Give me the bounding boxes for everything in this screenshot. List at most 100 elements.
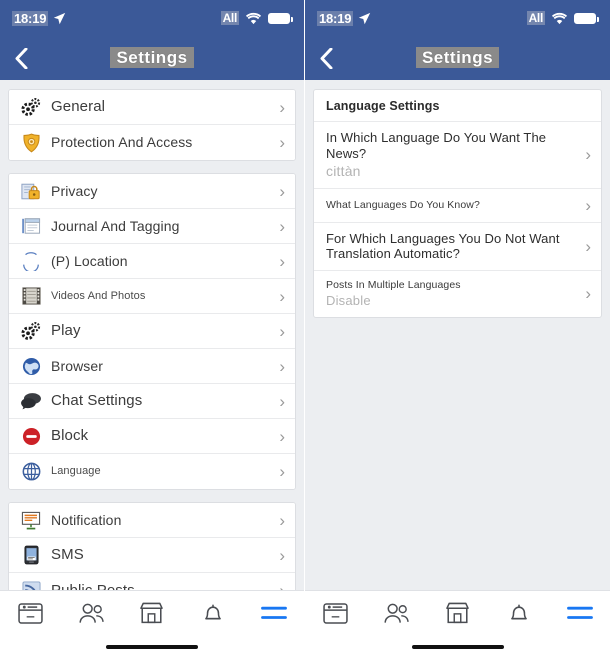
sidebar-item-label: Play xyxy=(51,322,81,340)
sidebar-item-sms[interactable]: SMS › xyxy=(9,538,295,573)
sidebar-item-play[interactable]: Play › xyxy=(9,314,295,349)
settings-list-left[interactable]: General › Protection And Access › Privac… xyxy=(0,80,304,590)
chevron-right-icon: › xyxy=(279,97,285,117)
page-title: Settings xyxy=(305,47,610,68)
chevron-right-icon: › xyxy=(279,510,285,530)
phone-sms-icon xyxy=(20,544,42,566)
home-indicator xyxy=(411,645,504,649)
sidebar-item-label: Language xyxy=(51,465,101,478)
sidebar-item-browser[interactable]: Browser › xyxy=(9,349,295,384)
tab-menu[interactable] xyxy=(243,591,304,635)
shield-badge-icon xyxy=(20,132,42,154)
chevron-right-icon: › xyxy=(279,391,285,411)
sidebar-item-label: Journal And Tagging xyxy=(51,217,180,234)
status-bar-right-group: All xyxy=(526,11,599,25)
wifi-icon xyxy=(245,12,262,25)
tab-bar-right xyxy=(305,590,610,657)
page-title: Settings xyxy=(0,47,304,68)
sidebar-item-label: Block xyxy=(51,427,89,445)
sidebar-item-videos-and-photos[interactable]: Videos And Photos › xyxy=(9,279,295,314)
nav-bar-right: Settings xyxy=(305,36,610,80)
sidebar-item-protection-and-access[interactable]: Protection And Access › xyxy=(9,125,295,160)
chevron-right-icon: › xyxy=(279,582,285,590)
tab-menu[interactable] xyxy=(549,591,610,635)
tab-news-feed[interactable] xyxy=(0,591,61,635)
chevron-right-icon: › xyxy=(279,426,285,446)
chevron-right-icon: › xyxy=(279,133,285,152)
list-item-title: What Languages Do You Know? xyxy=(326,198,480,211)
tab-friends[interactable] xyxy=(366,591,427,635)
list-item-text: For Which Languages You Do Not Want Tran… xyxy=(326,231,579,263)
tab-notifications[interactable] xyxy=(182,591,243,635)
sidebar-item-journal-and-tagging[interactable]: Journal And Tagging › xyxy=(9,209,295,244)
settings-group-1: General › Protection And Access › xyxy=(8,89,296,161)
sidebar-item-location[interactable]: (P) Location › xyxy=(9,244,295,279)
sidebar-item-label: General xyxy=(51,98,106,116)
list-item-multiple-languages-posts[interactable]: Posts In Multiple Languages Disable › xyxy=(314,271,601,316)
dual-phone-screenshot: 18:19 All Settings General › Protection … xyxy=(0,0,610,657)
list-item-known-languages[interactable]: What Languages Do You Know? › xyxy=(314,189,601,223)
sidebar-item-block[interactable]: Block › xyxy=(9,419,295,454)
chevron-right-icon: › xyxy=(279,181,285,201)
home-indicator xyxy=(106,645,198,649)
globe-blue-icon xyxy=(20,355,42,377)
left-phone-panel: 18:19 All Settings General › Protection … xyxy=(0,0,305,657)
sidebar-item-label: SMS xyxy=(51,546,84,564)
sidebar-item-public-posts[interactable]: Public Posts › xyxy=(9,573,295,590)
chevron-right-icon: › xyxy=(279,545,285,565)
tab-news-feed[interactable] xyxy=(305,591,366,635)
sidebar-item-privacy[interactable]: Privacy › xyxy=(9,174,295,209)
list-item-news-language[interactable]: In Which Language Do You Want The News? … xyxy=(314,122,601,189)
battery-icon xyxy=(268,12,293,24)
list-item-title: Posts In Multiple Languages xyxy=(326,279,461,292)
sidebar-item-label: (P) Location xyxy=(51,252,128,269)
chevron-right-icon: › xyxy=(585,236,591,256)
sidebar-item-chat-settings[interactable]: Chat Settings › xyxy=(9,384,295,419)
globe-grid-icon xyxy=(20,461,42,483)
sidebar-item-language[interactable]: Language › xyxy=(9,454,295,489)
list-item-text: Posts In Multiple Languages Disable xyxy=(326,279,579,308)
lock-document-icon xyxy=(20,180,42,202)
status-bar-left-group: 18:19 xyxy=(317,10,371,26)
tab-marketplace[interactable] xyxy=(427,591,488,635)
rss-icon xyxy=(20,580,42,590)
tab-marketplace[interactable] xyxy=(122,591,183,635)
list-item-no-translation-languages[interactable]: For Which Languages You Do Not Want Tran… xyxy=(314,223,601,272)
sidebar-item-notification[interactable]: Notification › xyxy=(9,503,295,538)
right-phone-panel: 18:19 All Settings Language Settings In … xyxy=(305,0,610,657)
wifi-icon xyxy=(551,12,568,25)
sidebar-item-label: Videos And Photos xyxy=(51,289,146,302)
location-arrow-icon xyxy=(358,12,371,25)
back-button[interactable] xyxy=(0,36,42,80)
gears-icon xyxy=(20,320,42,342)
sidebar-item-label: Notification xyxy=(51,511,122,528)
tab-notifications[interactable] xyxy=(488,591,549,635)
tab-friends[interactable] xyxy=(61,591,122,635)
settings-group-2: Privacy › Journal And Tagging › (P) Loca… xyxy=(8,173,296,490)
gears-icon xyxy=(20,96,42,118)
carrier-label: All xyxy=(220,11,239,25)
status-time: 18:19 xyxy=(317,10,354,26)
sidebar-item-label: Chat Settings xyxy=(51,392,143,410)
back-button[interactable] xyxy=(305,36,347,80)
status-bar-right: 18:19 All xyxy=(305,0,610,36)
battery-icon xyxy=(574,12,599,24)
chevron-right-icon: › xyxy=(279,216,285,236)
status-time: 18:19 xyxy=(12,10,49,26)
sidebar-item-label: Browser xyxy=(51,357,104,374)
chevron-right-icon: › xyxy=(279,356,285,376)
sidebar-item-general[interactable]: General › xyxy=(9,90,295,125)
chevron-right-icon: › xyxy=(279,251,285,271)
nav-bar-left: Settings xyxy=(0,36,304,80)
language-settings-group: Language Settings In Which Language Do Y… xyxy=(313,89,602,318)
chevron-right-icon: › xyxy=(585,195,591,215)
chevron-right-icon: › xyxy=(279,321,285,341)
chat-bubbles-icon xyxy=(20,390,42,412)
list-item-title: In Which Language Do You Want The News? xyxy=(326,130,547,161)
status-bar-right-group: All xyxy=(220,11,293,25)
carrier-label: All xyxy=(526,11,545,25)
list-item-subtitle: cittàn xyxy=(326,162,361,179)
section-header: Language Settings xyxy=(314,90,601,122)
language-settings-list[interactable]: Language Settings In Which Language Do Y… xyxy=(305,80,610,590)
film-strip-icon xyxy=(20,285,42,307)
